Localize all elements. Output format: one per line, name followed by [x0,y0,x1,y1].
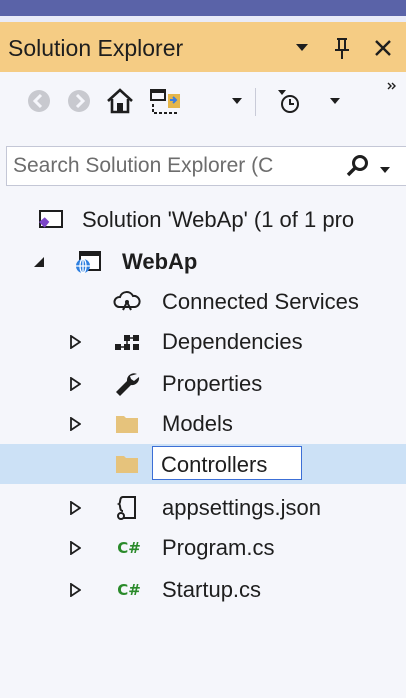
tree-item-label: appsettings.json [162,495,321,520]
tree-item-dependencies[interactable]: Dependencies [0,322,406,362]
expand-arrow-icon[interactable] [68,375,82,393]
tree-item-label: Startup.cs [162,577,262,602]
tree-item-label: Solution 'WebAp' (1 of 1 pro [82,207,355,232]
tree-item-startup[interactable]: C# Startup.cs [0,570,406,610]
collapse-arrow-icon[interactable] [32,253,46,271]
json-file-icon [112,494,142,522]
top-strip [0,0,406,22]
csharp-icon: C# [114,576,144,604]
solution-explorer-window: Solution Explorer Search Solution Explor… [0,0,406,698]
back-icon[interactable] [24,86,54,116]
pin-icon[interactable] [330,35,354,61]
connected-services-icon [112,288,142,316]
search-input[interactable] [13,154,343,178]
expand-arrow-icon[interactable] [68,415,82,433]
tree-item-label: Dependencies [162,329,303,354]
search-icon[interactable] [345,153,371,179]
window-position-dropdown-icon[interactable] [290,35,314,61]
top-accent-bar [0,0,406,16]
switch-views-icon[interactable] [146,86,186,116]
dependencies-icon [112,328,142,356]
title-bar: Solution Explorer [0,22,406,72]
toolbar [0,72,406,132]
expand-arrow-icon[interactable] [68,539,82,557]
tree-item-label: WebAp [122,249,198,274]
tree-item-models[interactable]: Models [0,404,406,444]
switch-views-dropdown-icon[interactable] [228,86,246,116]
tree-item-label: Program.cs [162,535,275,560]
tree-item-connected-services[interactable]: Connected Services [0,282,406,322]
tree-item-program[interactable]: C# Program.cs [0,528,406,568]
tree-item-project[interactable]: WebAp [0,242,406,282]
csharp-glyph: C# [117,581,141,599]
tree-item-controllers[interactable]: Controllers [0,444,406,484]
pending-changes-dropdown-icon[interactable] [326,86,344,116]
tree-item-solution[interactable]: Solution 'WebAp' (1 of 1 pro [0,200,406,240]
toolbar-separator [255,88,256,116]
tree-item-label: Properties [162,371,263,396]
folder-icon [112,410,142,438]
search-box[interactable] [6,146,406,186]
web-project-icon [72,248,102,276]
close-icon[interactable] [370,35,396,61]
rename-input[interactable]: Controllers [152,446,302,480]
expand-arrow-icon[interactable] [68,581,82,599]
pending-changes-filter-icon[interactable] [272,86,306,116]
expand-arrow-icon[interactable] [68,333,82,351]
home-icon[interactable] [102,86,138,116]
panel-title: Solution Explorer [8,35,184,61]
folder-icon [112,450,142,478]
search-options-dropdown-icon[interactable] [379,159,393,173]
toolbar-overflow-icon[interactable] [384,76,400,96]
tree-item-properties[interactable]: Properties [0,364,406,404]
expand-arrow-icon[interactable] [68,499,82,517]
solution-icon [36,206,66,234]
wrench-icon [112,370,142,398]
tree-item-label: Models [162,411,233,436]
solution-tree: Solution 'WebAp' (1 of 1 pro WebAp Conne… [0,198,406,698]
csharp-glyph: C# [117,539,141,557]
tree-item-label: Connected Services [162,289,359,314]
forward-icon[interactable] [64,86,94,116]
rename-input-value[interactable]: Controllers [161,452,267,478]
csharp-icon: C# [114,534,144,562]
tree-item-appsettings[interactable]: appsettings.json [0,488,406,528]
